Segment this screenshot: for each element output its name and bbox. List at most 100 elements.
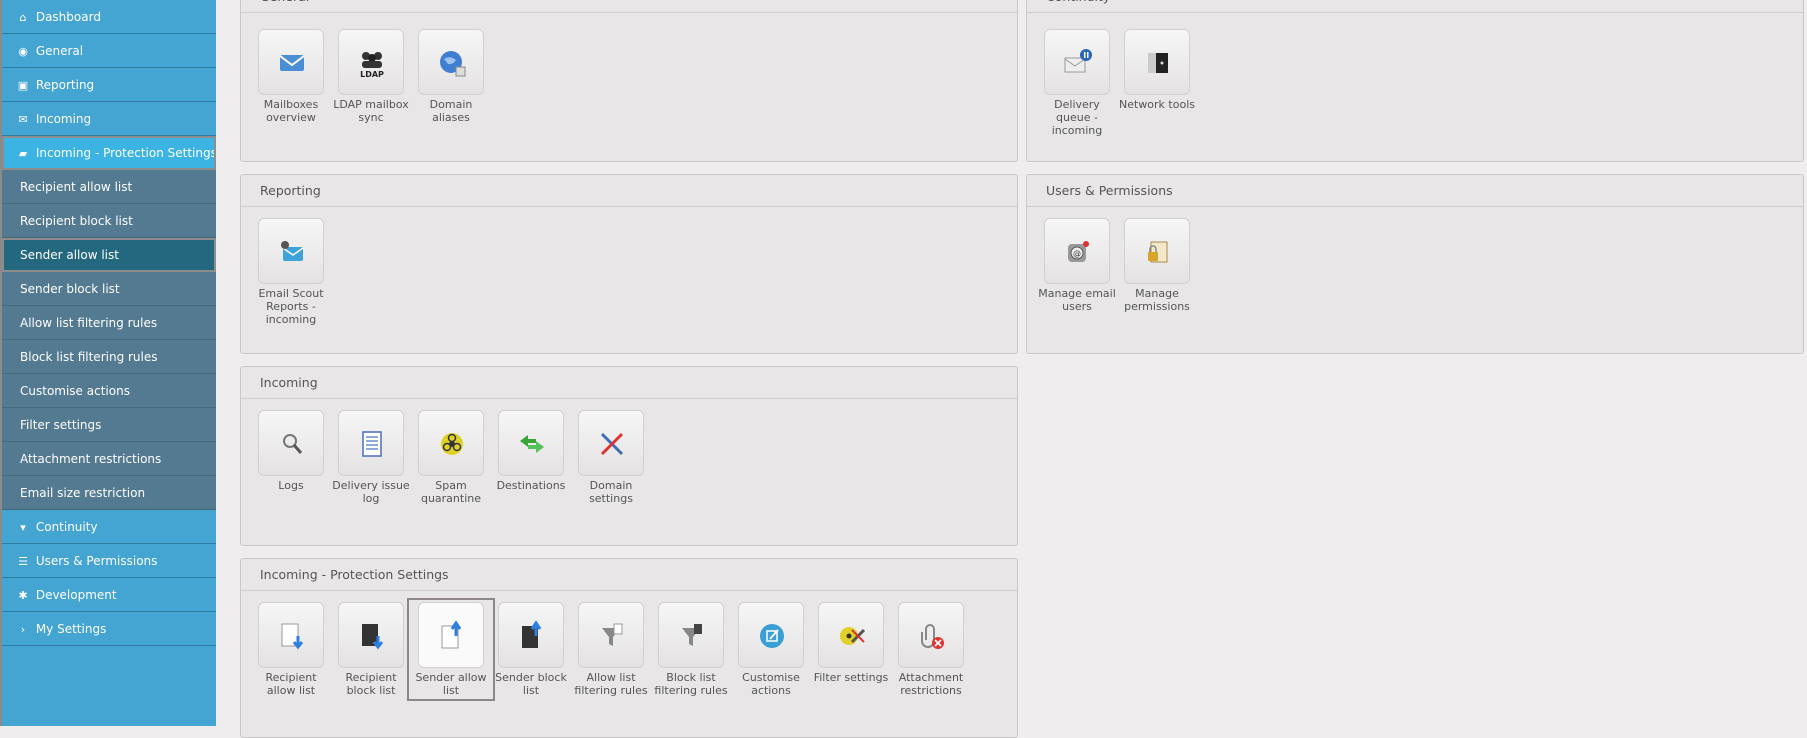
tile-customise-actions[interactable]: Customise actions [731, 602, 811, 697]
tile-label: Destinations [496, 479, 566, 492]
panel-title: Reporting [241, 175, 1017, 207]
panel-continuity: Continuity Delivery queue - incoming Net… [1026, 0, 1804, 162]
filter-icon: ▾ [20, 521, 26, 534]
submenu-customise-actions[interactable]: Customise actions [2, 374, 216, 408]
submenu-email-size-restriction[interactable]: Email size restriction [2, 476, 216, 510]
submenu-attachment-restrictions[interactable]: Attachment restrictions [2, 442, 216, 476]
tile-ldap-mailbox-sync[interactable]: LDAP LDAP mailbox sync [331, 29, 411, 124]
tile-label: Logs [278, 479, 304, 492]
tile-label: Domain aliases [429, 98, 473, 124]
biohazard-icon [441, 433, 463, 455]
nav-general[interactable]: ◉ General [2, 34, 216, 68]
submenu-sender-allow-list[interactable]: Sender allow list [2, 238, 216, 272]
nav-my-settings[interactable]: › My Settings [2, 612, 216, 646]
tile-label: Spam quarantine [420, 479, 482, 505]
panel-title: Continuity [1027, 0, 1803, 13]
funnel-allow-icon [602, 623, 623, 646]
submenu-sender-block-list[interactable]: Sender block list [2, 272, 216, 306]
tile-label: Manage email users [1038, 287, 1116, 313]
panel-title: Users & Permissions [1027, 175, 1803, 207]
sender-block-icon [522, 620, 542, 648]
tile-manage-email-users[interactable]: @ Manage email users [1037, 218, 1117, 313]
attachment-block-icon [921, 624, 944, 649]
tile-sender-allow-list[interactable]: Sender allow list [407, 598, 495, 701]
tile-mailboxes-overview[interactable]: Mailboxes overview [251, 29, 331, 124]
nav-label: Dashboard [35, 10, 101, 24]
chevron-right-icon: › [20, 623, 26, 636]
nav-label: Incoming - Protection Settings [35, 146, 217, 160]
tile-network-tools[interactable]: Network tools [1117, 29, 1197, 111]
nav-users-permissions[interactable]: ☰ Users & Permissions [2, 544, 216, 578]
tile-recipient-block-list[interactable]: Recipient block list [331, 602, 411, 697]
arrows-icon [520, 435, 544, 453]
tile-delivery-issue-log[interactable]: Delivery issue log [331, 410, 411, 505]
tile-label: Manage permissions [1124, 287, 1190, 313]
tile-label: Filter settings [813, 671, 889, 684]
tile-filter-settings[interactable]: Filter settings [811, 602, 891, 684]
tile-logs[interactable]: Logs [251, 410, 331, 492]
globe-icon [440, 51, 466, 77]
tile-label: Email Scout Reports - incoming [258, 287, 324, 326]
permissions-icon [1148, 241, 1168, 263]
tile-label: Recipient allow list [265, 671, 317, 697]
nav-label: Incoming [35, 112, 92, 126]
tile-label: Customise actions [742, 671, 800, 697]
panel-users-permissions: Users & Permissions @ Manage email users… [1026, 174, 1804, 354]
tile-label: Domain settings [589, 479, 633, 505]
nav-label: General [35, 44, 84, 58]
tile-sender-block-list[interactable]: Sender block list [491, 602, 571, 697]
sidebar: ⌂ Dashboard ◉ General ▣ Reporting ✉ Inco… [0, 0, 217, 726]
mailbox-icon [279, 55, 305, 71]
submenu: Recipient allow list Recipient block lis… [2, 170, 216, 510]
nav-reporting[interactable]: ▣ Reporting [2, 68, 216, 102]
home-icon: ⌂ [19, 11, 27, 24]
ldap-icon: LDAP [360, 52, 384, 79]
nav-incoming[interactable]: ✉ Incoming [2, 102, 216, 136]
inbox-icon: ▣ [17, 79, 29, 92]
globe-icon: ◉ [18, 45, 28, 58]
submenu-allow-list-filtering-rules[interactable]: Allow list filtering rules [2, 306, 216, 340]
tile-label: Attachment restrictions [898, 671, 964, 697]
folder-open-icon: ▰ [18, 147, 28, 160]
panel-general: General Mailboxes overview LDAP LDAP mai… [240, 0, 1018, 162]
tile-spam-quarantine[interactable]: Spam quarantine [411, 410, 491, 505]
tile-domain-settings[interactable]: Domain settings [571, 410, 651, 505]
panel-incoming: Incoming Logs Delivery issue log Spam qu… [240, 366, 1018, 546]
submenu-recipient-allow-list[interactable]: Recipient allow list [2, 170, 216, 204]
magnifier-icon [283, 434, 303, 454]
tile-email-scout-reports-incoming[interactable]: Email Scout Reports - incoming [251, 218, 331, 326]
nav-development[interactable]: ✱ Development [2, 578, 216, 612]
panel-incoming-protection-settings: Incoming - Protection Settings Recipient… [240, 558, 1018, 738]
tile-recipient-allow-list[interactable]: Recipient allow list [251, 602, 331, 697]
nav-incoming-protection-settings[interactable]: ▰ Incoming - Protection Settings [2, 136, 217, 170]
submenu-filter-settings[interactable]: Filter settings [2, 408, 216, 442]
nav-label: Continuity [35, 520, 98, 534]
funnel-block-icon [682, 624, 702, 646]
network-tools-icon [1148, 53, 1168, 73]
submenu-recipient-block-list[interactable]: Recipient block list [2, 204, 216, 238]
nav-dashboard[interactable]: ⌂ Dashboard [2, 0, 216, 34]
tile-block-list-filtering-rules[interactable]: Block list filtering rules [651, 602, 731, 697]
nav-continuity[interactable]: ▾ Continuity [2, 510, 216, 544]
tile-attachment-restrictions[interactable]: Attachment restrictions [891, 602, 971, 697]
tools-icon [600, 432, 624, 456]
tile-label: Sender block list [495, 671, 567, 697]
tile-label: Mailboxes overview [263, 98, 319, 124]
tile-label: Network tools [1119, 98, 1195, 111]
svg-text:LDAP: LDAP [360, 70, 384, 79]
gear-icon: ✱ [18, 589, 28, 602]
tile-allow-list-filtering-rules[interactable]: Allow list filtering rules [571, 602, 651, 697]
list-icon: ☰ [18, 555, 28, 568]
tile-delivery-queue-incoming[interactable]: Delivery queue - incoming [1037, 29, 1117, 137]
tile-destinations[interactable]: Destinations [491, 410, 571, 492]
tile-domain-aliases[interactable]: Domain aliases [411, 29, 491, 124]
panel-title: General [241, 0, 1017, 13]
envelope-icon: ✉ [18, 113, 28, 126]
submenu-block-list-filtering-rules[interactable]: Block list filtering rules [2, 340, 216, 374]
document-icon [362, 431, 382, 457]
filter-settings-icon [840, 627, 866, 645]
tile-label: Recipient block list [345, 671, 397, 697]
recipient-allow-icon [281, 623, 304, 650]
tile-label: Delivery issue log [332, 479, 410, 505]
tile-manage-permissions[interactable]: Manage permissions [1117, 218, 1197, 313]
